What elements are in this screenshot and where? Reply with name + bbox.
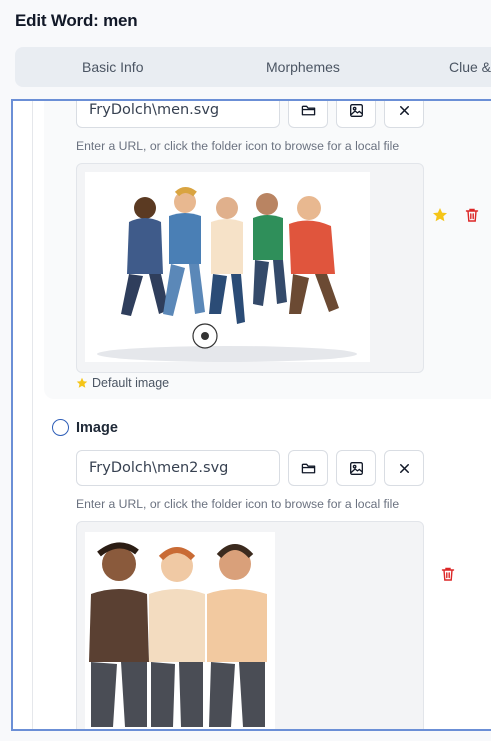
browse-folder-button[interactable] (288, 101, 328, 128)
url-hint: Enter a URL, or click the folder icon to… (76, 139, 400, 153)
browse-folder-button[interactable] (288, 450, 328, 486)
preview-image-button[interactable] (336, 101, 376, 128)
delete-trash-icon[interactable] (464, 207, 480, 223)
image-section-label: Image (76, 420, 118, 436)
clear-url-button[interactable] (384, 101, 424, 128)
page-title: Edit Word: men (15, 11, 138, 30)
default-image-radio[interactable] (52, 419, 69, 436)
tab-bar: Basic Info Morphemes Clue & (15, 47, 491, 87)
men-standing-illustration (85, 532, 275, 729)
close-icon (399, 105, 409, 115)
clear-url-button[interactable] (384, 450, 424, 486)
images-panel: FryDolch\men.svg Enter a URL, or click t… (11, 99, 491, 731)
url-hint: Enter a URL, or click the folder icon to… (76, 497, 400, 511)
default-image-indicator: Default image (76, 376, 169, 390)
tab-clue[interactable]: Clue & (449, 59, 491, 75)
image-url-input[interactable]: FryDolch\men2.svg (76, 450, 280, 486)
folder-icon (301, 463, 315, 473)
delete-trash-icon[interactable] (440, 566, 456, 582)
star-icon (76, 377, 88, 388)
folder-icon (301, 105, 315, 115)
image-icon (349, 103, 363, 117)
image-url-input[interactable]: FryDolch\men.svg (76, 101, 280, 128)
preview-image-button[interactable] (336, 450, 376, 486)
default-image-label: Default image (92, 376, 170, 390)
image-preview (76, 521, 424, 729)
men-soccer-illustration (85, 172, 370, 362)
image-icon (349, 461, 363, 475)
image-preview (76, 163, 424, 373)
tab-basic-info[interactable]: Basic Info (82, 59, 143, 75)
close-icon (399, 463, 409, 473)
set-default-star-icon[interactable] (432, 207, 448, 223)
divider (32, 101, 33, 729)
tab-morphemes[interactable]: Morphemes (266, 59, 340, 75)
